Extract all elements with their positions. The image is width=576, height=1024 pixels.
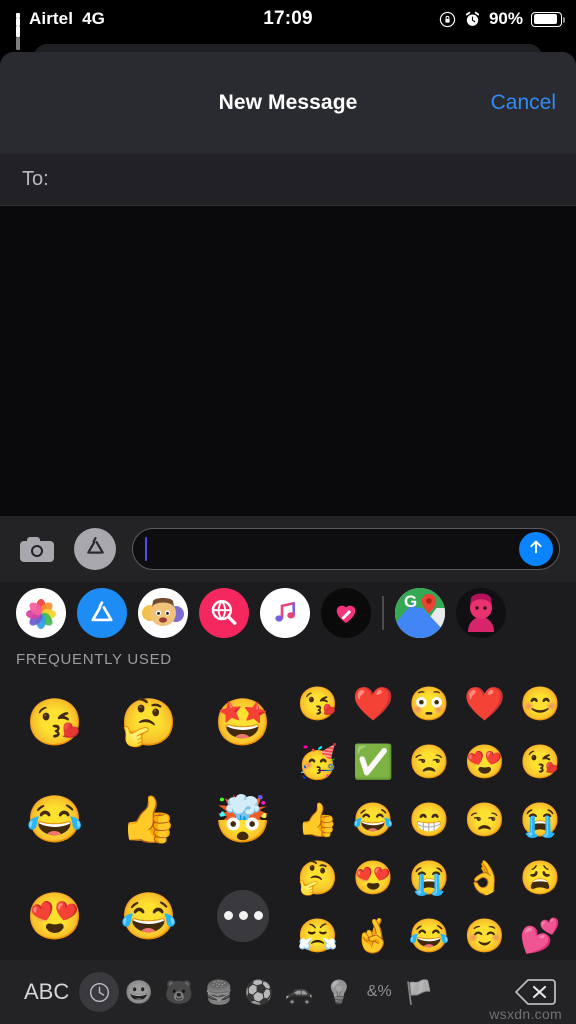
memoji-sticker[interactable]: 😘 (26, 699, 83, 745)
memoji-sticker[interactable]: 😂 (120, 893, 177, 939)
emoji-cell[interactable]: ❤️ (353, 687, 394, 720)
message-input-container[interactable] (132, 528, 560, 570)
emoji-cell[interactable]: 😤 (297, 919, 338, 952)
emoji-cell[interactable]: 😭 (408, 861, 449, 894)
category-travel-icon[interactable]: 🚗 (279, 972, 319, 1012)
frequently-used-header: FREQUENTLY USED (0, 644, 576, 674)
send-button[interactable] (519, 532, 553, 566)
emoji-cell[interactable]: 😭 (520, 803, 561, 836)
emoji-cell[interactable]: 😊 (520, 687, 561, 720)
frequently-used-emoji-grid: 😘 ❤️ 😳 ❤️ 😊 🥳 ✅ 😒 😍 😘 👍 😂 😁 😒 😭 🤔 😍 😭 👌 (290, 674, 568, 964)
rotation-lock-icon (439, 11, 456, 28)
message-input[interactable] (147, 539, 515, 559)
memoji-sticker[interactable]: 🤩 (214, 699, 271, 745)
memoji-sticker[interactable]: 😂 (26, 796, 83, 842)
emoji-cell[interactable]: 😒 (408, 745, 449, 778)
category-recents-icon[interactable] (79, 972, 120, 1012)
emoji-cell[interactable]: 😂 (408, 919, 449, 952)
more-memoji-button[interactable] (217, 889, 269, 942)
emoji-cell[interactable]: 😳 (408, 687, 449, 720)
photos-pinwheel-icon (26, 598, 56, 629)
emoji-cell[interactable]: 👌 (464, 861, 505, 894)
abc-keyboard-button[interactable]: ABC (14, 979, 79, 1005)
status-bar-right: 90% (439, 9, 566, 29)
app-drawer-divider (382, 596, 384, 630)
images-app-icon[interactable] (199, 588, 249, 638)
emoji-cell[interactable]: 😒 (464, 803, 505, 836)
emoji-picker-area: 😘 🤔 🤩 😂 👍 🤯 😍 😂 😘 ❤️ 😳 ❤️ 😊 🥳 ✅ 😒 😍 😘 👍 … (0, 674, 576, 964)
svg-text:G: G (404, 592, 417, 611)
category-objects-icon[interactable]: 💡 (319, 972, 359, 1012)
emoji-cell[interactable]: ✅ (353, 745, 394, 778)
recipient-field[interactable]: To: (0, 154, 576, 206)
memoji-sticker[interactable]: 🤯 (214, 796, 271, 842)
compose-bar (0, 516, 576, 582)
avatar-app-icon[interactable] (455, 588, 506, 638)
emoji-cell[interactable]: 😩 (520, 861, 561, 894)
photos-app-icon[interactable] (16, 588, 66, 638)
google-maps-app-icon[interactable]: G (394, 588, 445, 638)
emoji-cell[interactable]: 😁 (408, 803, 449, 836)
emoji-cell[interactable]: 😘 (297, 687, 338, 720)
emoji-cell[interactable]: ❤️ (464, 687, 505, 720)
category-symbols-icon[interactable]: &% (359, 972, 399, 1012)
emoji-cell[interactable]: 🤔 (297, 861, 338, 894)
category-animals-icon[interactable]: 🐻 (159, 972, 199, 1012)
digital-touch-app-icon[interactable] (321, 588, 371, 638)
status-bar: Airtel 4G 17:09 90% (0, 0, 576, 50)
category-flags-icon[interactable]: 🏳️ (399, 972, 439, 1012)
navigation-header: New Message Cancel (0, 52, 576, 154)
category-food-icon[interactable]: 🍔 (199, 972, 239, 1012)
app-store-icon (82, 533, 109, 565)
page-title: New Message (218, 91, 358, 114)
emoji-cell[interactable]: 👍 (297, 803, 338, 836)
cancel-button[interactable]: Cancel (491, 91, 556, 115)
alarm-clock-icon (464, 11, 481, 28)
emoji-cell[interactable]: 😂 (353, 803, 394, 836)
category-activities-icon[interactable]: ⚽ (239, 972, 279, 1012)
site-watermark: wsxdn.com (489, 1006, 562, 1022)
emoji-cell[interactable]: 😘 (520, 745, 561, 778)
imessage-app-drawer[interactable]: G (0, 582, 576, 644)
category-smileys-icon[interactable]: 😀 (119, 972, 159, 1012)
emoji-cell[interactable]: 😍 (464, 745, 505, 778)
memoji-sticker[interactable]: 👍 (120, 796, 177, 842)
send-arrow-up-icon (526, 537, 546, 562)
iphone-screen: Airtel 4G 17:09 90% New Message Cancel T… (0, 0, 576, 1024)
apple-music-app-icon[interactable] (260, 588, 310, 638)
emoji-cell[interactable]: 🥳 (297, 745, 338, 778)
battery-percent-label: 90% (488, 9, 523, 28)
emoji-cell[interactable]: 🤞 (353, 919, 394, 952)
memoji-stickers-app-icon[interactable] (138, 588, 188, 638)
memoji-sticker[interactable]: 😍 (26, 893, 83, 939)
app-store-app-icon[interactable] (77, 588, 127, 638)
emoji-cell[interactable]: ☺️ (464, 919, 505, 952)
delete-backspace-icon[interactable] (512, 975, 558, 1009)
emoji-cell[interactable]: 💕 (520, 919, 561, 952)
camera-icon (20, 536, 54, 562)
memoji-sticker-grid: 😘 🤔 🤩 😂 👍 🤯 😍 😂 (8, 674, 290, 964)
emoji-cell[interactable]: 😍 (353, 861, 394, 894)
battery-icon (531, 11, 566, 27)
camera-button[interactable] (16, 528, 58, 570)
new-message-sheet: New Message Cancel To: G FREQUENTLY USED… (0, 52, 576, 1024)
to-label: To: (22, 168, 49, 190)
conversation-body (0, 206, 576, 516)
app-store-button[interactable] (74, 528, 116, 570)
memoji-sticker[interactable]: 🤔 (120, 699, 177, 745)
